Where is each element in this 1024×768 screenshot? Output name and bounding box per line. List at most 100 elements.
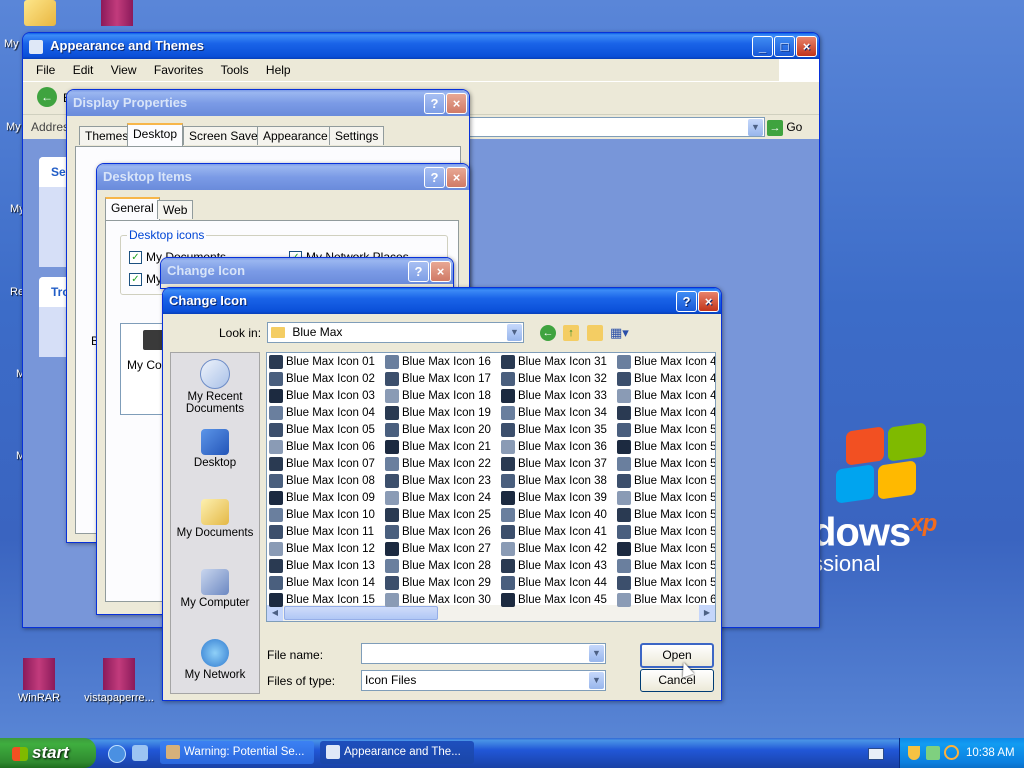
close-button[interactable]: × — [430, 261, 451, 282]
place-my-computer[interactable]: My Computer — [171, 569, 259, 609]
file-item[interactable]: Blue Max Icon 16 — [385, 354, 501, 371]
file-item[interactable]: Blue Max Icon 55 — [617, 507, 715, 524]
tab-general[interactable]: General — [105, 197, 160, 220]
file-item[interactable]: Blue Max Icon 49 — [617, 405, 715, 422]
file-item[interactable]: Blue Max Icon 09 — [269, 490, 385, 507]
menu-tools[interactable]: Tools — [221, 63, 249, 77]
file-item[interactable]: Blue Max Icon 42 — [501, 541, 617, 558]
security-shield-icon[interactable] — [908, 746, 920, 760]
help-button[interactable]: ? — [408, 261, 429, 282]
chevron-down-icon[interactable]: ▼ — [507, 324, 522, 341]
file-item[interactable]: Blue Max Icon 17 — [385, 371, 501, 388]
desktop-icon-folder-top[interactable] — [5, 0, 75, 28]
chevron-down-icon[interactable]: ▼ — [589, 672, 604, 689]
file-item[interactable]: Blue Max Icon 53 — [617, 473, 715, 490]
file-item[interactable]: Blue Max Icon 60 — [617, 592, 715, 609]
file-item[interactable]: Blue Max Icon 11 — [269, 524, 385, 541]
tab-screen-saver[interactable]: Screen Saver — [183, 126, 268, 145]
file-item[interactable]: Blue Max Icon 56 — [617, 524, 715, 541]
desktop-icon-rar-top[interactable] — [82, 0, 152, 28]
ie-quicklaunch-icon[interactable] — [108, 745, 126, 763]
view-menu-icon[interactable]: ▦▾ — [610, 325, 634, 341]
tab-desktop[interactable]: Desktop — [127, 123, 184, 146]
menu-view[interactable]: View — [111, 63, 137, 77]
back-icon[interactable]: ← — [37, 87, 57, 107]
chevron-down-icon[interactable]: ▼ — [748, 119, 763, 136]
display-properties-titlebar[interactable]: Display Properties ? × — [67, 90, 469, 116]
cancel-button[interactable]: Cancel — [640, 669, 714, 692]
my-computer-checkbox[interactable]: ✓ My — [129, 272, 162, 287]
file-item[interactable]: Blue Max Icon 46 — [617, 354, 715, 371]
file-item[interactable]: Blue Max Icon 47 — [617, 371, 715, 388]
file-item[interactable]: Blue Max Icon 14 — [269, 575, 385, 592]
place-my-network[interactable]: My Network — [171, 639, 259, 681]
file-item[interactable]: Blue Max Icon 44 — [501, 575, 617, 592]
file-item[interactable]: Blue Max Icon 35 — [501, 422, 617, 439]
help-button[interactable]: ? — [424, 93, 445, 114]
file-item[interactable]: Blue Max Icon 57 — [617, 541, 715, 558]
file-item[interactable]: Blue Max Icon 38 — [501, 473, 617, 490]
file-item[interactable]: Blue Max Icon 01 — [269, 354, 385, 371]
file-item[interactable]: Blue Max Icon 58 — [617, 558, 715, 575]
tab-settings[interactable]: Settings — [329, 126, 385, 145]
file-item[interactable]: Blue Max Icon 20 — [385, 422, 501, 439]
file-item[interactable]: Blue Max Icon 48 — [617, 388, 715, 405]
file-item[interactable]: Blue Max Icon 50 — [617, 422, 715, 439]
file-item[interactable]: Blue Max Icon 10 — [269, 507, 385, 524]
file-item[interactable]: Blue Max Icon 13 — [269, 558, 385, 575]
desktop-quicklaunch-icon[interactable] — [132, 745, 148, 761]
file-list[interactable]: ◀ ▶ Blue Max Icon 01 Blue Max Icon 02 Blue… — [266, 352, 716, 622]
file-item[interactable]: Blue Max Icon 29 — [385, 575, 501, 592]
file-item[interactable]: Blue Max Icon 04 — [269, 405, 385, 422]
keyboard-icon[interactable] — [868, 748, 884, 760]
file-item[interactable]: Blue Max Icon 03 — [269, 388, 385, 405]
back-icon[interactable]: ← — [540, 325, 556, 341]
file-item[interactable]: Blue Max Icon 43 — [501, 558, 617, 575]
file-item[interactable]: Blue Max Icon 32 — [501, 371, 617, 388]
file-item[interactable]: Blue Max Icon 07 — [269, 456, 385, 473]
close-button[interactable]: × — [698, 291, 719, 312]
tab-web[interactable]: Web — [157, 200, 194, 219]
close-button[interactable]: × — [796, 36, 817, 57]
appearance-titlebar[interactable]: Appearance and Themes _ □ × — [23, 33, 819, 59]
search-icon[interactable] — [944, 745, 959, 760]
file-item[interactable]: Blue Max Icon 22 — [385, 456, 501, 473]
file-name-input[interactable]: ▼ — [361, 643, 606, 664]
desktop-icon-vistapaper[interactable]: vistapaperre... — [80, 658, 158, 704]
desktop-icon-winrar[interactable]: WinRAR — [4, 658, 74, 704]
file-item[interactable]: Blue Max Icon 59 — [617, 575, 715, 592]
file-item[interactable]: Blue Max Icon 23 — [385, 473, 501, 490]
file-item[interactable]: Blue Max Icon 40 — [501, 507, 617, 524]
change-icon-titlebar[interactable]: Change Icon ? × — [163, 288, 721, 314]
file-item[interactable]: Blue Max Icon 36 — [501, 439, 617, 456]
place-desktop[interactable]: Desktop — [171, 429, 259, 469]
start-button[interactable]: start — [0, 738, 96, 768]
maximize-button[interactable]: □ — [774, 36, 795, 57]
go-button[interactable]: → Go — [767, 118, 802, 136]
file-item[interactable]: Blue Max Icon 39 — [501, 490, 617, 507]
file-item[interactable]: Blue Max Icon 41 — [501, 524, 617, 541]
menu-file[interactable]: File — [36, 63, 55, 77]
tab-appearance[interactable]: Appearance — [257, 126, 334, 145]
change-icon-bg-titlebar[interactable]: Change Icon ? × — [161, 258, 453, 284]
file-item[interactable]: Blue Max Icon 34 — [501, 405, 617, 422]
desktop-items-titlebar[interactable]: Desktop Items ? × — [97, 164, 469, 190]
help-button[interactable]: ? — [424, 167, 445, 188]
file-item[interactable]: Blue Max Icon 24 — [385, 490, 501, 507]
file-item[interactable]: Blue Max Icon 33 — [501, 388, 617, 405]
up-folder-icon[interactable]: ↑ — [563, 325, 579, 341]
menu-favorites[interactable]: Favorites — [154, 63, 203, 77]
chevron-down-icon[interactable]: ▼ — [589, 645, 604, 662]
close-button[interactable]: × — [446, 167, 467, 188]
minimize-button[interactable]: _ — [752, 36, 773, 57]
file-item[interactable]: Blue Max Icon 54 — [617, 490, 715, 507]
file-item[interactable]: Blue Max Icon 26 — [385, 524, 501, 541]
network-icon[interactable] — [926, 746, 940, 760]
file-item[interactable]: Blue Max Icon 52 — [617, 456, 715, 473]
file-item[interactable]: Blue Max Icon 27 — [385, 541, 501, 558]
close-button[interactable]: × — [446, 93, 467, 114]
file-item[interactable]: Blue Max Icon 31 — [501, 354, 617, 371]
file-item[interactable]: Blue Max Icon 05 — [269, 422, 385, 439]
place-my-documents[interactable]: My Documents — [171, 499, 259, 539]
file-item[interactable]: Blue Max Icon 12 — [269, 541, 385, 558]
